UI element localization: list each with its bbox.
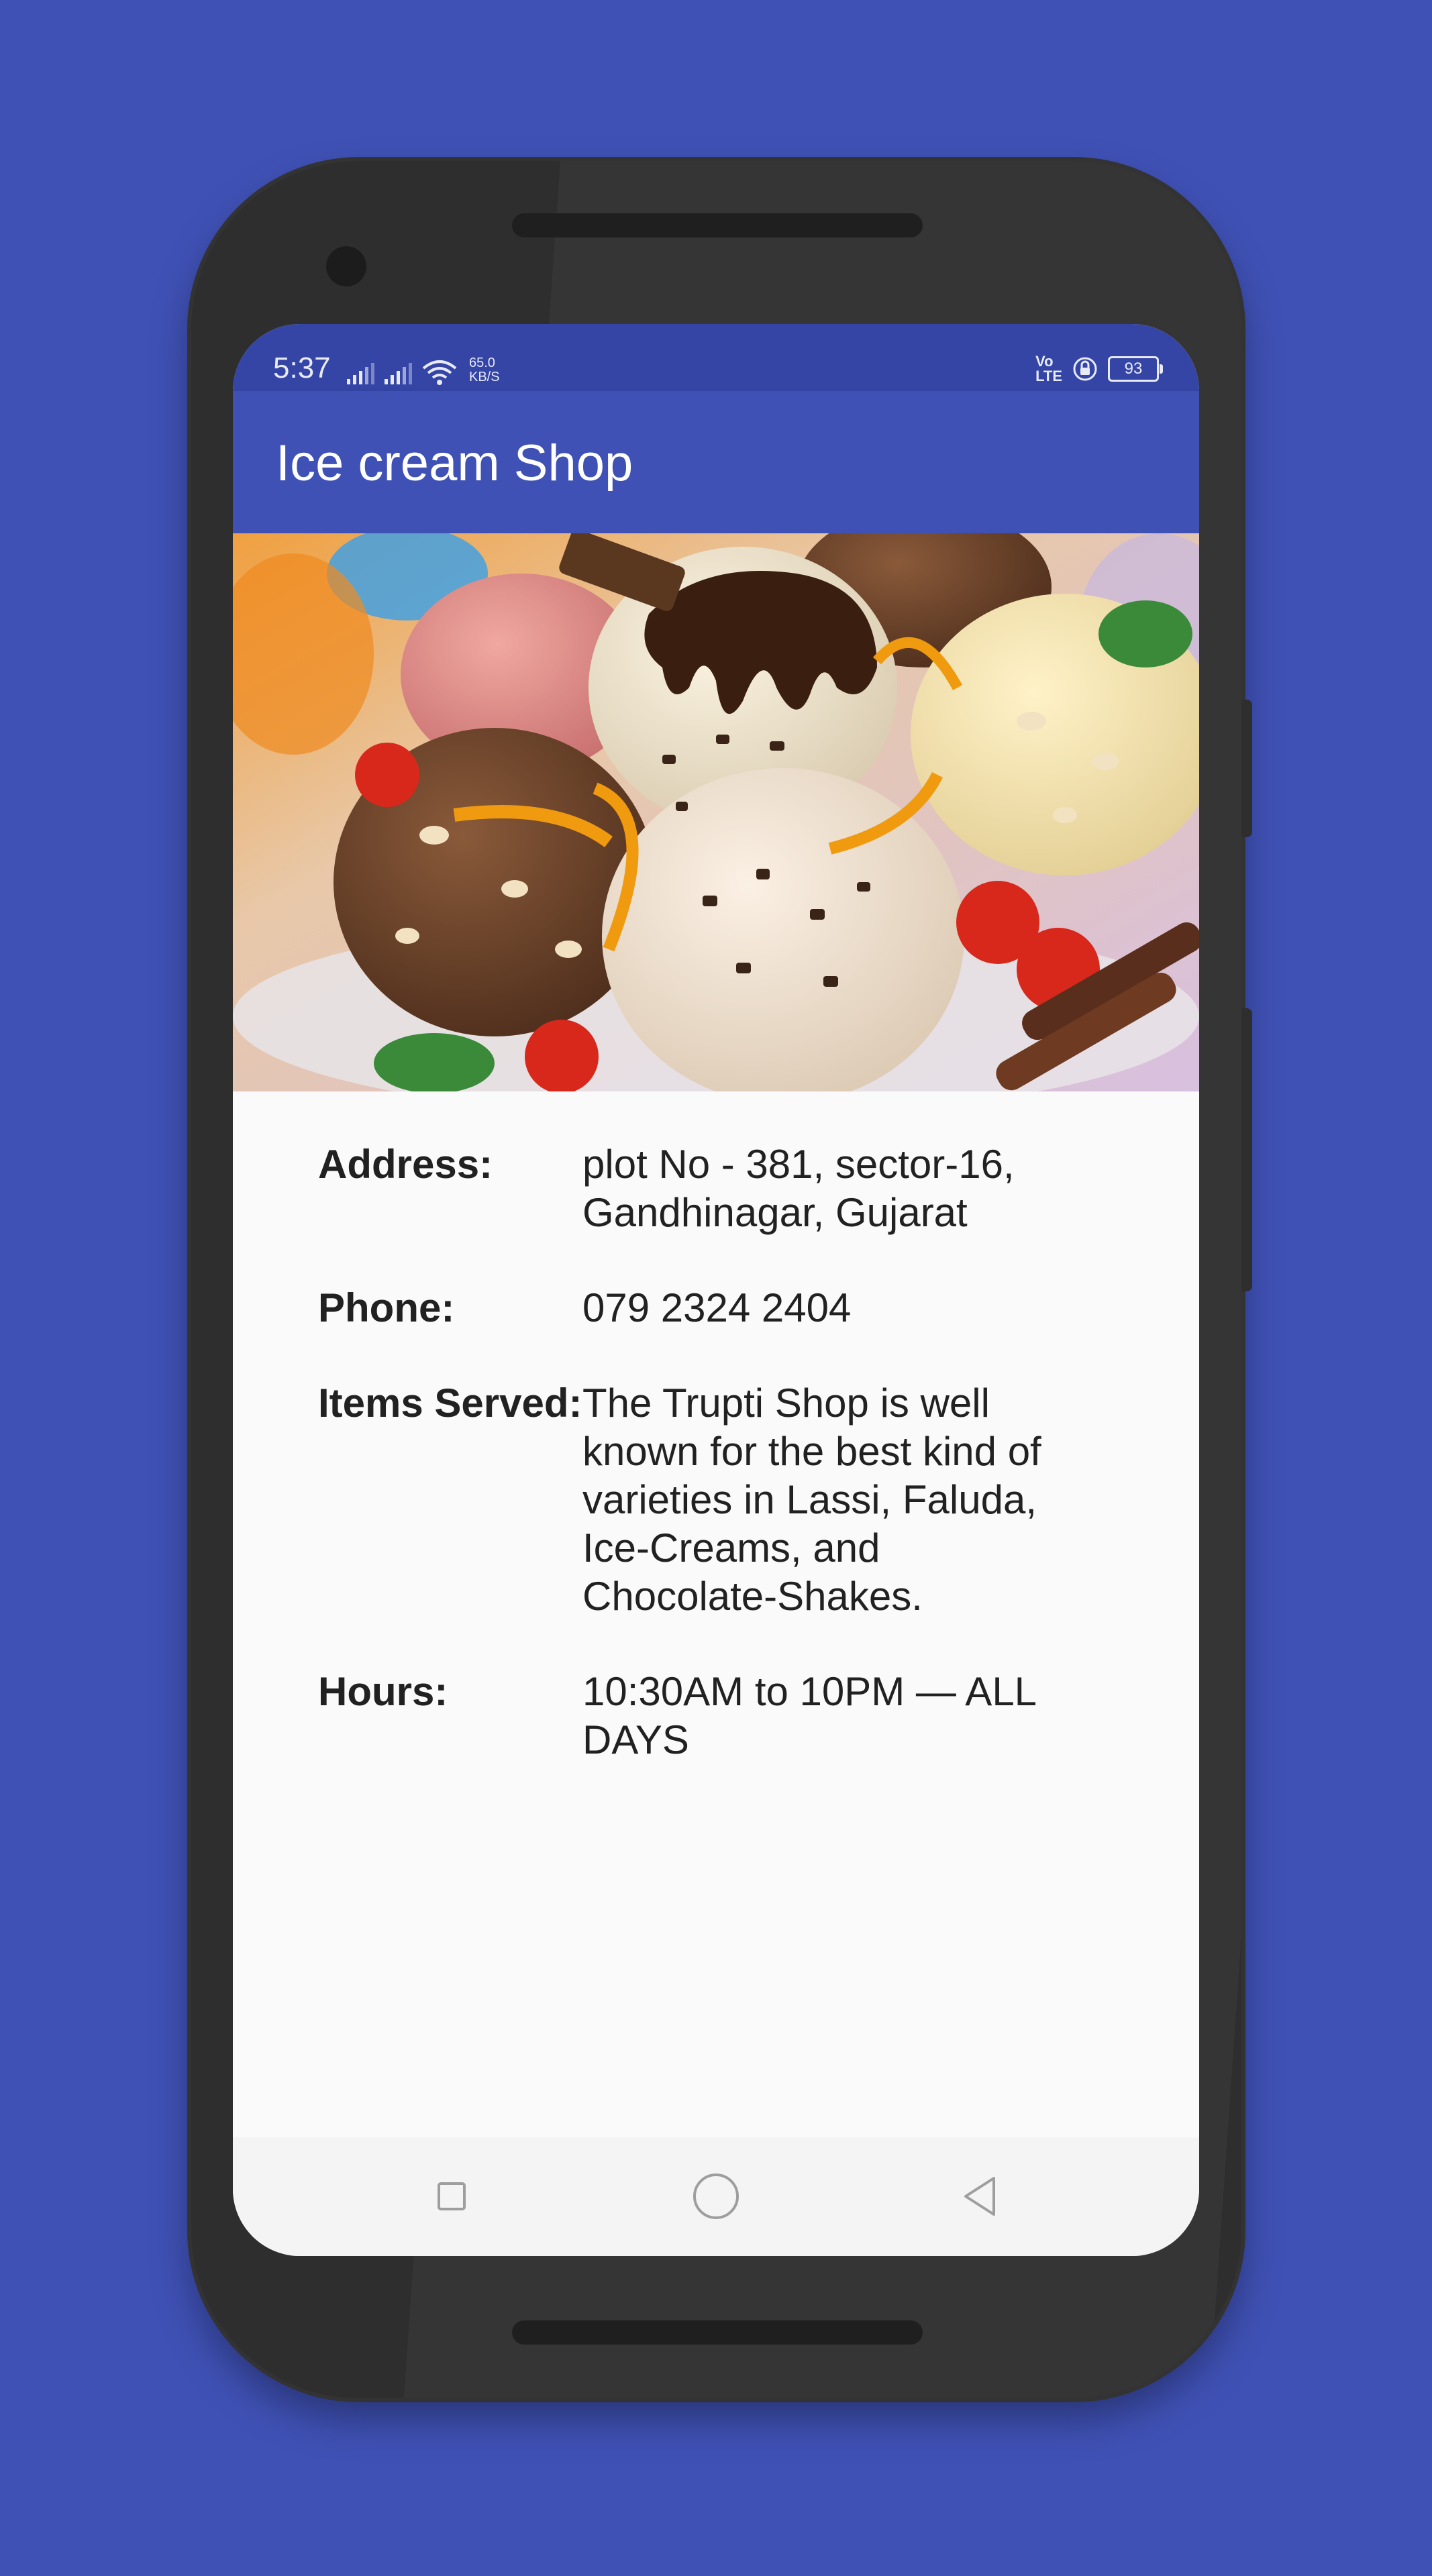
phone-value[interactable]: 079 2324 2404 (582, 1284, 1079, 1332)
bottom-speaker (512, 2320, 923, 2345)
network-speed: 65.0 KB/S (469, 356, 500, 384)
signal-icon-2 (385, 363, 412, 384)
status-icons-left: 65.0 KB/S (346, 351, 500, 386)
items-served-row: Items Served: The Trupti Shop is well kn… (318, 1379, 1110, 1621)
shop-details: Address: plot No - 381, sector-16, Gandh… (318, 1140, 1110, 1811)
volte-top: Vo (1035, 353, 1054, 370)
volume-button (1241, 1008, 1252, 1291)
phone-row: Phone: 079 2324 2404 (318, 1284, 1110, 1332)
hours-value: 10:30AM to 10PM — ALL DAYS (582, 1669, 1035, 1762)
power-button (1241, 700, 1252, 837)
network-speed-value: 65.0 (469, 356, 495, 370)
circle-home-icon (693, 2174, 739, 2219)
back-button[interactable] (946, 2163, 1013, 2230)
earpiece-speaker (512, 213, 923, 237)
ice-cream-scoops-photo-icon (233, 533, 1199, 1091)
home-button[interactable] (682, 2163, 750, 2230)
status-time: 5:37 (273, 352, 331, 384)
phone-screen: 5:37 65.0 KB/S Vo LTE 93 Ice cream Shop … (233, 324, 1199, 2256)
front-camera (326, 246, 366, 286)
address-value: plot No - 381, sector-16, Gandhinagar, G… (582, 1142, 1015, 1235)
hours-row: Hours: 10:30AM to 10PM — ALL DAYS (318, 1668, 1110, 1764)
status-bar: 5:37 65.0 KB/S Vo LTE 93 (233, 324, 1199, 391)
phone-label: Phone: (318, 1285, 455, 1330)
signal-icon (347, 363, 374, 384)
lock-rotation-icon (1073, 357, 1097, 381)
items-served-value: The Trupti Shop is well known for the be… (582, 1381, 1041, 1619)
page-title: Ice cream Shop (276, 435, 633, 492)
ice-cream-image (233, 533, 1199, 1091)
recents-button[interactable] (418, 2163, 485, 2230)
network-speed-unit: KB/S (469, 370, 500, 384)
navigation-bar (233, 2137, 1199, 2256)
hours-label: Hours: (318, 1669, 448, 1714)
items-served-label: Items Served: (318, 1381, 582, 1426)
battery-icon: 93 (1108, 356, 1163, 382)
address-row: Address: plot No - 381, sector-16, Gandh… (318, 1140, 1110, 1237)
volte-bottom: LTE (1035, 368, 1062, 384)
triangle-back-icon (964, 2177, 995, 2216)
square-recents-icon (438, 2182, 466, 2210)
volte-icon: Vo LTE (1035, 354, 1062, 384)
wifi-icon (422, 360, 457, 385)
address-label: Address: (318, 1142, 493, 1187)
app-bar: Ice cream Shop (233, 391, 1199, 533)
status-icons-right: Vo LTE 93 (1035, 352, 1163, 386)
